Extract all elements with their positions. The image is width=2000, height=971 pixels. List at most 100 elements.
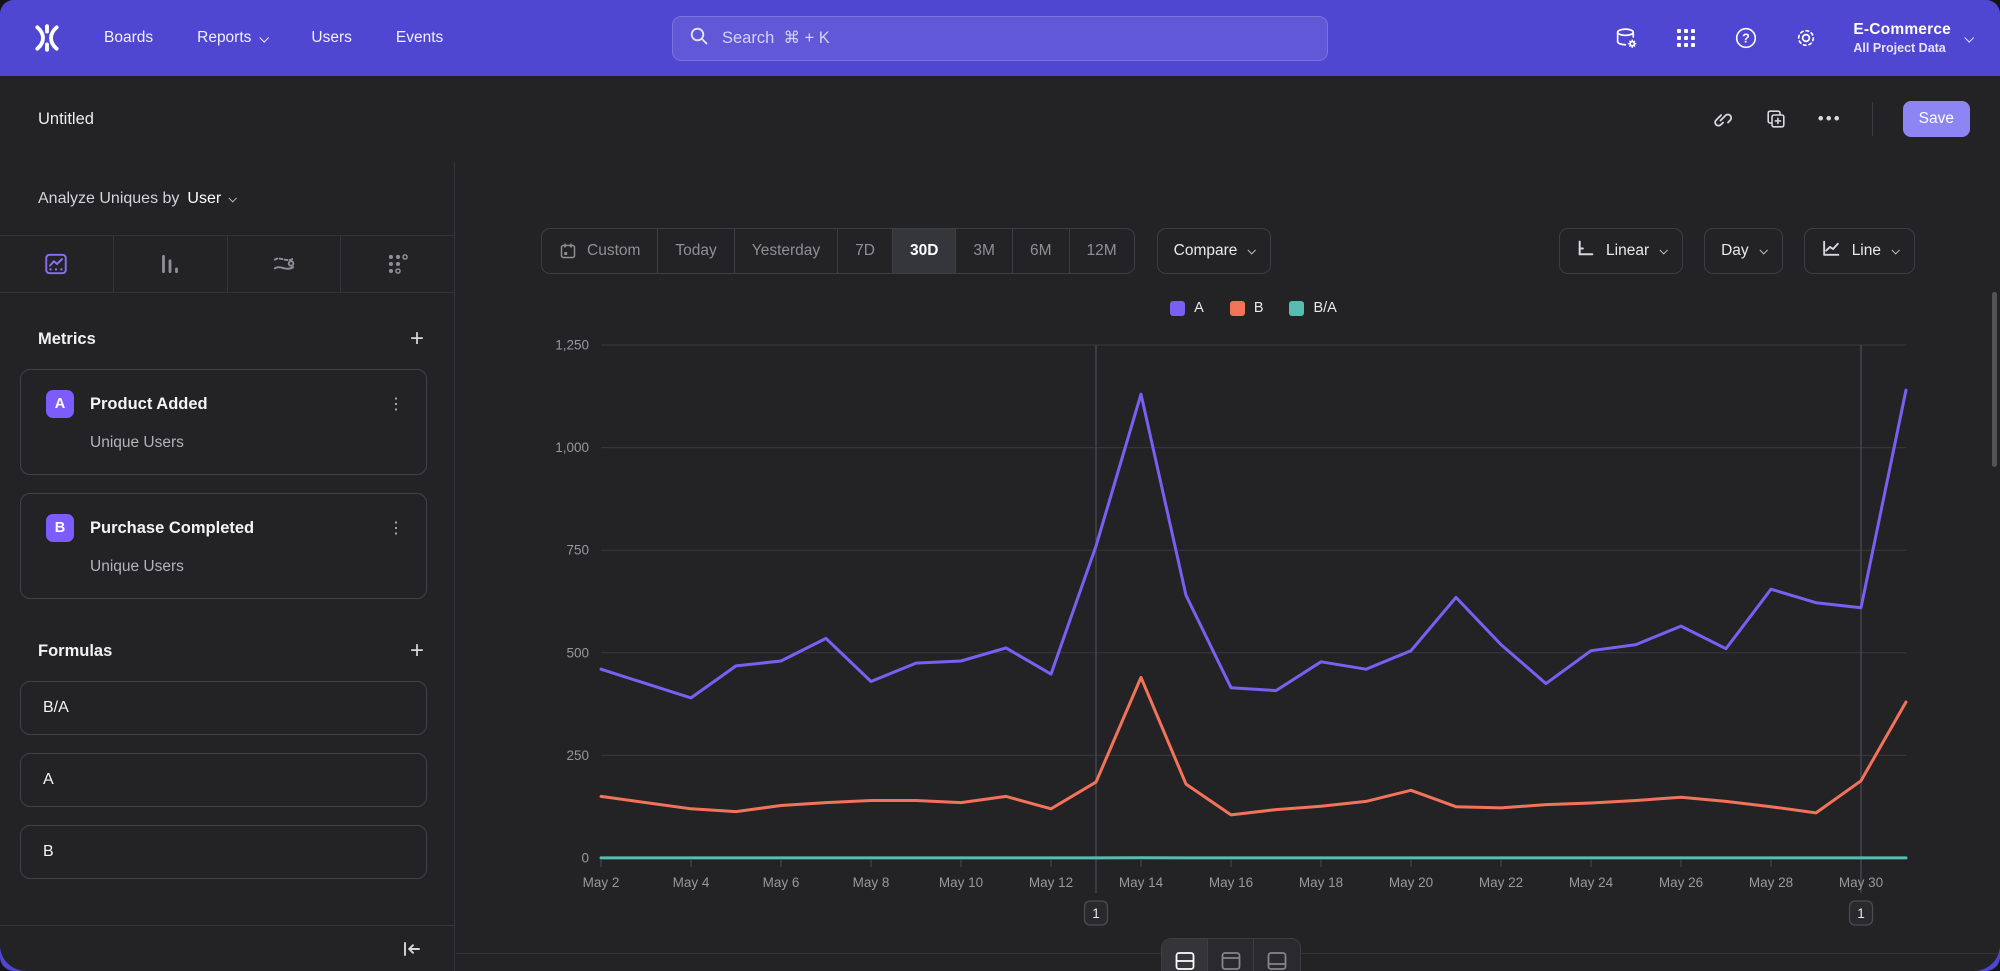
analyze-by-value: User bbox=[187, 190, 221, 208]
legend-item-a[interactable]: A bbox=[1170, 300, 1204, 316]
apps-grid-icon[interactable] bbox=[1673, 25, 1699, 51]
date-range-12m[interactable]: 12M bbox=[1070, 229, 1134, 273]
date-range-3m[interactable]: 3M bbox=[956, 229, 1013, 273]
y-axis-label: 250 bbox=[566, 748, 589, 763]
legend-label: B/A bbox=[1313, 300, 1336, 316]
title-bar: Untitled ••• Save bbox=[0, 76, 2000, 162]
x-axis-label: May 12 bbox=[1029, 875, 1073, 890]
chevron-down-icon bbox=[1248, 246, 1256, 254]
metric-card-a[interactable]: AProduct Added⋮Unique Users bbox=[20, 369, 427, 475]
help-icon[interactable]: ? bbox=[1733, 25, 1759, 51]
nav-link-reports[interactable]: Reports bbox=[197, 29, 267, 47]
content-area: Analyze Uniques by User bbox=[0, 162, 2000, 971]
bottom-panel-view-icon[interactable] bbox=[1254, 939, 1300, 971]
analyze-label: Analyze Uniques by bbox=[38, 190, 179, 208]
metrics-list: AProduct Added⋮Unique UsersBPurchase Com… bbox=[0, 369, 454, 599]
date-range-label: Today bbox=[675, 242, 716, 260]
chart-type-dropdown[interactable]: Line bbox=[1804, 228, 1915, 274]
formulas-header: Formulas bbox=[38, 642, 112, 661]
line-chart-tab[interactable] bbox=[0, 236, 114, 292]
formula-card-a[interactable]: A bbox=[20, 753, 427, 807]
linear-axis-icon bbox=[1576, 239, 1595, 263]
calendar-icon bbox=[559, 242, 577, 260]
search-icon bbox=[689, 26, 709, 51]
legend-label: B bbox=[1254, 300, 1264, 316]
data-management-icon[interactable] bbox=[1613, 25, 1639, 51]
org-name: E-Commerce bbox=[1853, 21, 1951, 39]
legend-swatch bbox=[1230, 301, 1245, 316]
save-button[interactable]: Save bbox=[1903, 101, 1970, 137]
date-range-label: Custom bbox=[587, 242, 640, 260]
analyze-by-dropdown[interactable]: User bbox=[187, 190, 235, 208]
controls-row: Custom Today Yesterday 7D 30D 3M6M12M Compare… bbox=[541, 228, 1915, 274]
flow-tab[interactable] bbox=[228, 236, 342, 292]
add-metric-button[interactable]: + bbox=[410, 327, 424, 351]
chevron-down-icon bbox=[1964, 32, 1974, 42]
add-formula-button[interactable]: + bbox=[410, 639, 424, 663]
metric-badge: A bbox=[46, 390, 74, 418]
y-axis-label: 1,000 bbox=[555, 440, 589, 455]
x-axis-label: May 8 bbox=[853, 875, 890, 890]
legend-item-b-a[interactable]: B/A bbox=[1289, 300, 1336, 316]
x-axis-label: May 30 bbox=[1839, 875, 1883, 890]
date-range-today[interactable]: Today bbox=[658, 229, 734, 273]
line-chart[interactable]: 02505007501,0001,250May 2May 4May 6May 8… bbox=[456, 335, 2000, 947]
y-axis-label: 0 bbox=[581, 851, 589, 866]
nav-links: Boards Reports Users Events bbox=[104, 29, 443, 47]
kebab-menu-icon[interactable]: ⋮ bbox=[388, 518, 404, 538]
report-title[interactable]: Untitled bbox=[38, 110, 94, 129]
chevron-down-icon bbox=[1891, 246, 1899, 254]
date-range-yesterday[interactable]: Yesterday bbox=[735, 229, 838, 273]
x-axis-label: May 18 bbox=[1299, 875, 1343, 890]
date-range-label: 7D bbox=[855, 242, 875, 260]
formula-card-b[interactable]: B bbox=[20, 825, 427, 879]
split-view-icon[interactable] bbox=[1162, 939, 1208, 971]
metrics-header-row: Metrics + bbox=[0, 327, 454, 351]
more-options-icon[interactable]: ••• bbox=[1818, 109, 1842, 129]
nav-link-events[interactable]: Events bbox=[396, 29, 443, 47]
app-window: Boards Reports Users Events bbox=[0, 0, 2000, 971]
series-line-b[interactable] bbox=[601, 677, 1906, 815]
top-nav: Boards Reports Users Events bbox=[0, 0, 2000, 76]
nav-right: ? E-Commerce All Project Data bbox=[1613, 0, 1972, 76]
date-range-7d[interactable]: 7D bbox=[838, 229, 893, 273]
top-panel-view-icon[interactable] bbox=[1208, 939, 1254, 971]
chevron-down-icon bbox=[1660, 246, 1668, 254]
metric-card-b[interactable]: BPurchase Completed⋮Unique Users bbox=[20, 493, 427, 599]
nav-link-users[interactable]: Users bbox=[311, 29, 351, 47]
collapse-sidebar-icon[interactable] bbox=[402, 940, 422, 958]
metric-subtitle: Unique Users bbox=[90, 434, 404, 452]
link-icon[interactable] bbox=[1710, 107, 1734, 131]
divider bbox=[1872, 102, 1873, 136]
scale-dropdown[interactable]: Linear bbox=[1559, 228, 1683, 274]
x-axis-label: May 24 bbox=[1569, 875, 1614, 890]
formula-card-b-a[interactable]: B/A bbox=[20, 681, 427, 735]
x-axis-label: May 6 bbox=[763, 875, 800, 890]
x-axis-label: May 10 bbox=[939, 875, 983, 890]
compare-button[interactable]: Compare bbox=[1157, 228, 1272, 274]
project-switcher[interactable]: E-Commerce All Project Data bbox=[1853, 21, 1972, 55]
kebab-menu-icon[interactable]: ⋮ bbox=[388, 394, 404, 414]
bar-chart-tab[interactable] bbox=[114, 236, 228, 292]
date-range-label: 30D bbox=[910, 242, 938, 260]
mixpanel-logo-icon[interactable] bbox=[30, 21, 64, 55]
search-input[interactable] bbox=[722, 29, 1311, 48]
duplicate-icon[interactable] bbox=[1764, 107, 1788, 131]
chart-type-label: Line bbox=[1852, 242, 1881, 260]
date-range-30d[interactable]: 30D bbox=[893, 229, 956, 273]
date-range-custom[interactable]: Custom bbox=[542, 229, 658, 273]
legend-item-b[interactable]: B bbox=[1230, 300, 1264, 316]
interval-label: Day bbox=[1721, 242, 1749, 260]
settings-gear-icon[interactable] bbox=[1793, 25, 1819, 51]
legend-swatch bbox=[1289, 301, 1304, 316]
legend-label: A bbox=[1194, 300, 1204, 316]
series-line-a[interactable] bbox=[601, 390, 1906, 698]
funnel-tab[interactable] bbox=[341, 236, 454, 292]
scrollbar[interactable] bbox=[1992, 292, 1997, 467]
nav-link-boards[interactable]: Boards bbox=[104, 29, 153, 47]
org-subtitle: All Project Data bbox=[1853, 41, 1951, 55]
interval-dropdown[interactable]: Day bbox=[1704, 228, 1783, 274]
date-range-6m[interactable]: 6M bbox=[1013, 229, 1070, 273]
search-box[interactable] bbox=[672, 16, 1328, 61]
right-controls: Linear Day Line bbox=[1559, 228, 1915, 274]
